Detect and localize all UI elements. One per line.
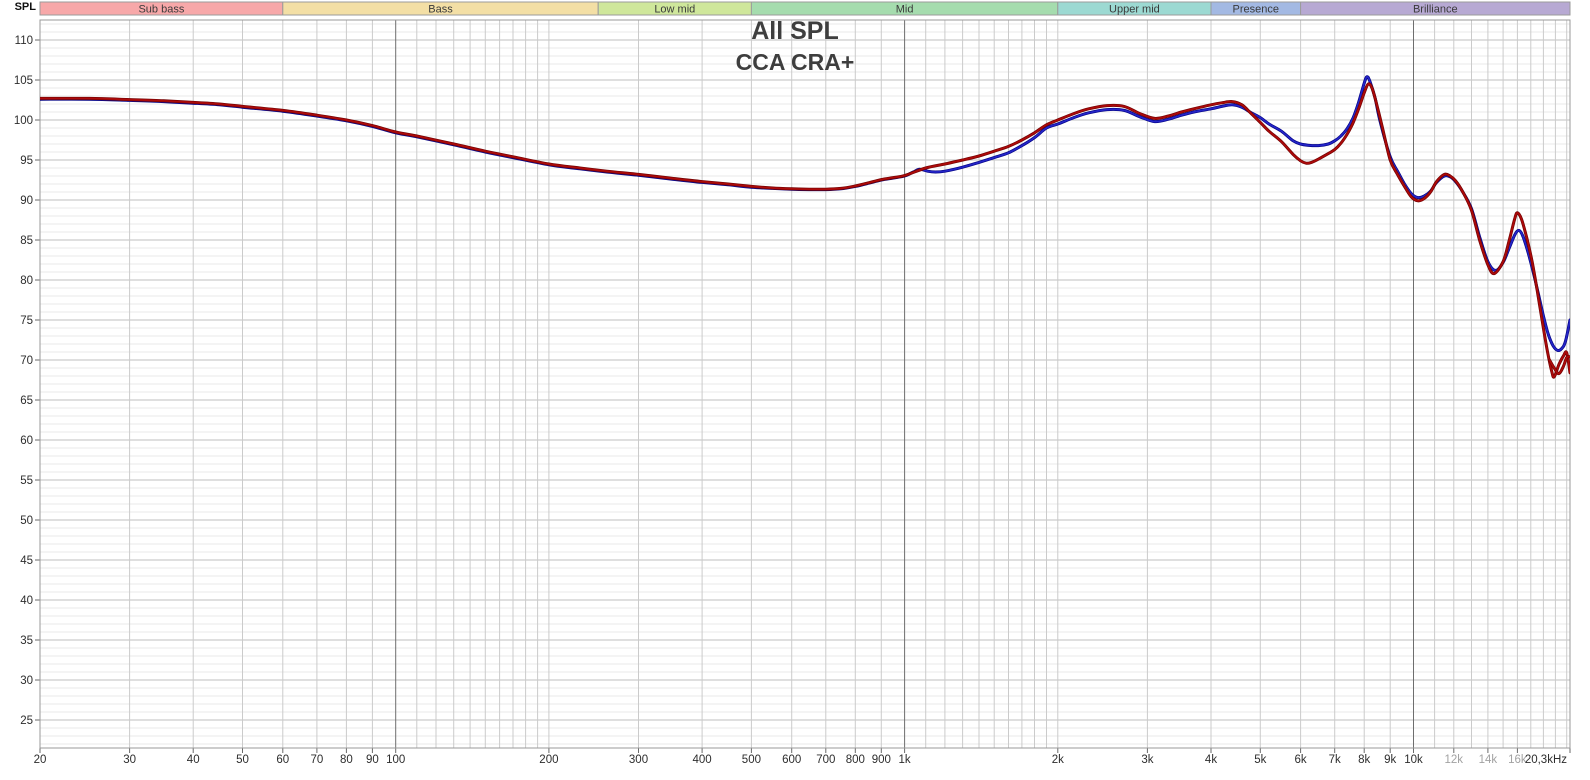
spl-chart: Sub bass Bass Low mid Mid Upper mid Presence B… xyxy=(0,0,1590,780)
band-label: Bass xyxy=(428,4,453,16)
horizontal-gridlines xyxy=(40,23,1570,745)
y-tick-label: 110 xyxy=(15,35,33,47)
x-tick-label: 5k xyxy=(1254,754,1266,766)
y-tick-label: 35 xyxy=(20,635,33,647)
y-tick-label: 50 xyxy=(20,515,33,527)
axis-ticks xyxy=(35,39,1571,753)
band-label: Presence xyxy=(1233,4,1279,16)
x-tick-label: 900 xyxy=(872,754,891,766)
band-label: Upper mid xyxy=(1109,4,1160,16)
band-label: Brilliance xyxy=(1413,4,1458,16)
chart-plot: Sub bass Bass Low mid Mid Upper mid Presence B… xyxy=(14,1,1571,766)
y-tick-label: 55 xyxy=(20,475,33,487)
x-tick-label: 600 xyxy=(782,754,801,766)
x-tick-label: 9k xyxy=(1384,754,1396,766)
y-axis-labels: 110 105 100 95 90 85 80 75 70 65 60 55 50 45 40 35 30 25 xyxy=(14,35,33,727)
x-tick-label: 10k xyxy=(1404,754,1423,766)
band-label: Mid xyxy=(896,4,914,16)
y-tick-label: 75 xyxy=(20,315,33,327)
x-tick-label: 40 xyxy=(187,754,200,766)
chart-title: All SPL xyxy=(751,17,839,45)
chart-subtitle: CCA CRA+ xyxy=(735,49,855,75)
x-tick-label: 1k xyxy=(899,754,911,766)
y-tick-label: 65 xyxy=(20,395,33,407)
x-tick-label: 3k xyxy=(1141,754,1153,766)
x-tick-label: 7k xyxy=(1329,754,1341,766)
x-tick-label: 20,3kHz xyxy=(1525,754,1567,766)
x-axis-labels: 20 30 40 50 60 70 80 90 100 200 300 400 500 600 700 800… xyxy=(34,754,1568,766)
band-label: Low mid xyxy=(654,4,695,16)
y-tick-label: 25 xyxy=(20,715,33,727)
x-tick-label: 800 xyxy=(846,754,865,766)
x-tick-label: 4k xyxy=(1205,754,1217,766)
x-tick-label: 80 xyxy=(340,754,353,766)
y-tick-label: 45 xyxy=(20,555,33,567)
x-tick-label: 500 xyxy=(742,754,761,766)
x-tick-label: 60 xyxy=(276,754,289,766)
band-label: Sub bass xyxy=(138,4,184,16)
y-tick-label: 30 xyxy=(20,675,33,687)
trace-blue xyxy=(40,75,1570,352)
y-tick-label: 60 xyxy=(20,435,33,447)
y-tick-label: 105 xyxy=(14,75,33,87)
y-tick-label: 70 xyxy=(20,355,33,367)
y-tick-label: 95 xyxy=(20,155,33,167)
x-tick-label: 50 xyxy=(236,754,249,766)
traces xyxy=(40,75,1570,379)
x-tick-label: 20 xyxy=(34,754,47,766)
x-tick-label: 30 xyxy=(123,754,136,766)
x-tick-label: 2k xyxy=(1052,754,1064,766)
x-tick-label: 100 xyxy=(386,754,405,766)
x-tick-label: 400 xyxy=(693,754,712,766)
y-axis-unit-label: SPL xyxy=(14,1,36,13)
frequency-band-strip: Sub bass Bass Low mid Mid Upper mid Presence B… xyxy=(39,1,1571,16)
y-tick-label: 80 xyxy=(20,275,33,287)
x-tick-label: 700 xyxy=(816,754,835,766)
y-tick-label: 40 xyxy=(20,595,33,607)
y-tick-label: 100 xyxy=(14,115,33,127)
y-tick-label: 90 xyxy=(20,195,33,207)
x-tick-label: 70 xyxy=(311,754,324,766)
x-tick-label: 12k xyxy=(1445,754,1464,766)
x-tick-label: 200 xyxy=(539,754,558,766)
x-tick-label: 8k xyxy=(1358,754,1370,766)
x-tick-label: 90 xyxy=(366,754,379,766)
x-tick-label: 6k xyxy=(1295,754,1307,766)
y-tick-label: 85 xyxy=(20,235,33,247)
x-tick-label: 14k xyxy=(1479,754,1498,766)
x-tick-label: 300 xyxy=(629,754,648,766)
